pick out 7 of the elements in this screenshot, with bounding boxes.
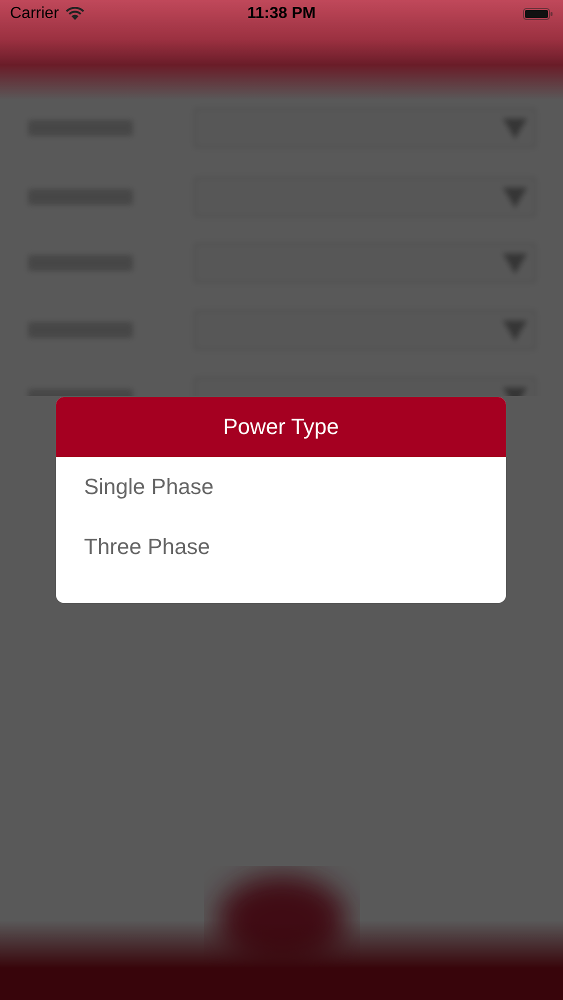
status-time: 11:38 PM [247,5,316,23]
carrier-name: Carrier [10,5,59,23]
option-item[interactable]: Single Phase [56,457,506,517]
battery-icon [523,7,553,21]
option-item[interactable]: Three Phase [56,517,506,577]
dialog-title: Power Type [56,397,506,457]
wifi-icon [64,7,85,21]
